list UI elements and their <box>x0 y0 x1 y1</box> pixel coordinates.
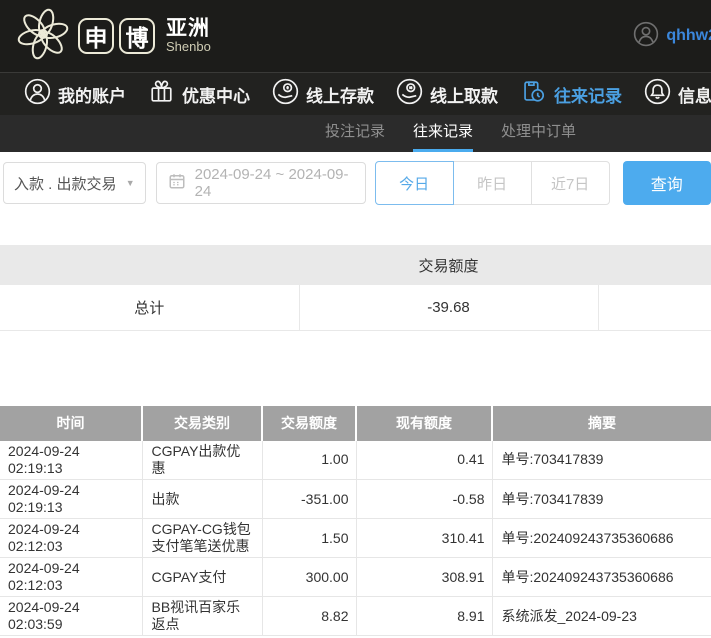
deposit-icon <box>272 78 299 110</box>
column-amount: 交易额度 <box>262 406 356 441</box>
summary-total-label: 总计 <box>0 285 299 330</box>
cell-amount: 8.82 <box>262 597 356 636</box>
cell-amount: 1.50 <box>262 519 356 558</box>
nav-label: 往来记录 <box>554 82 622 107</box>
cell-balance: 8.91 <box>356 597 492 636</box>
search-button[interactable]: 查询 <box>623 161 711 205</box>
cell-time: 2024-09-24 02:19:13 <box>0 441 142 480</box>
nav-item-messages[interactable]: 信息 <box>644 78 711 110</box>
transaction-type-select[interactable]: 入款 . 出款交易 ▼ <box>3 162 146 204</box>
summary-total-value: -39.68 <box>299 285 598 330</box>
sub-nav: 投注记录 往来记录 处理中订单 <box>0 115 711 152</box>
cell-time: 2024-09-24 02:03:59 <box>0 597 142 636</box>
table-row: 2024-09-24 02:19:13CGPAY出款优惠1.000.41单号:7… <box>0 441 711 480</box>
tab-transaction-records[interactable]: 往来记录 <box>413 115 473 152</box>
cell-type: CGPAY支付 <box>142 558 262 597</box>
summary-empty-cell <box>598 285 711 330</box>
summary-header-empty <box>598 245 711 285</box>
table-row: 2024-09-24 02:19:13出款-351.00-0.58单号:7034… <box>0 480 711 519</box>
cell-balance: 0.41 <box>356 441 492 480</box>
user-avatar-icon <box>633 21 659 52</box>
nav-label: 我的账户 <box>58 82 126 107</box>
column-summary: 摘要 <box>492 406 711 441</box>
nav-item-deposit[interactable]: 线上存款 <box>272 78 374 110</box>
cell-balance: 310.41 <box>356 519 492 558</box>
summary-header-label: 交易额度 <box>299 245 598 285</box>
nav-item-promotions[interactable]: 优惠中心 <box>148 78 250 110</box>
top-header: 申 博 亚洲 Shenbo qhhw2 <box>0 0 711 72</box>
promo-icon <box>148 78 175 110</box>
tab-bet-records[interactable]: 投注记录 <box>325 115 385 152</box>
transaction-type-value: 入款 . 出款交易 <box>14 173 117 194</box>
cell-amount: 300.00 <box>262 558 356 597</box>
cell-amount: 1.00 <box>262 441 356 480</box>
nav-item-withdraw[interactable]: 线上取款 <box>396 78 498 110</box>
cell-summary: 单号:703417839 <box>492 441 711 480</box>
cell-type: CGPAY出款优惠 <box>142 441 262 480</box>
cell-time: 2024-09-24 02:12:03 <box>0 558 142 597</box>
cell-summary: 单号:202409243735360686 <box>492 519 711 558</box>
brand-region: 亚洲 <box>166 18 211 40</box>
last7days-button[interactable]: 近7日 <box>531 161 610 205</box>
cell-type: BB视讯百家乐返点 <box>142 597 262 636</box>
account-icon <box>24 78 51 110</box>
column-time: 时间 <box>0 406 142 441</box>
bell-icon <box>644 78 671 110</box>
table-row: 2024-09-24 02:12:03CGPAY支付300.00308.91单号… <box>0 558 711 597</box>
records-icon <box>520 78 547 110</box>
summary-header-row: 交易额度 <box>0 245 711 285</box>
yesterday-button[interactable]: 昨日 <box>453 161 532 205</box>
today-button[interactable]: 今日 <box>375 161 454 205</box>
column-type: 交易类别 <box>142 406 262 441</box>
column-balance: 现有额度 <box>356 406 492 441</box>
summary-header-empty <box>0 245 299 285</box>
cell-time: 2024-09-24 02:12:03 <box>0 519 142 558</box>
withdraw-icon <box>396 78 423 110</box>
page: 申 博 亚洲 Shenbo qhhw2 <box>0 0 711 638</box>
nav-item-my-account[interactable]: 我的账户 <box>24 78 126 110</box>
cell-balance: -0.58 <box>356 480 492 519</box>
transactions-table: 时间 交易类别 交易额度 现有额度 摘要 2024-09-24 02:19:13… <box>0 406 711 637</box>
user-account[interactable]: qhhw2 <box>633 21 711 52</box>
nav-label: 优惠中心 <box>182 82 250 107</box>
date-range-input[interactable]: 2024-09-24 ~ 2024-09-24 <box>156 162 366 204</box>
brand-characters: 申 博 <box>78 18 155 54</box>
nav-label: 信息 <box>678 82 711 107</box>
brand-subtitle: Shenbo <box>166 40 211 54</box>
date-range-value: 2024-09-24 ~ 2024-09-24 <box>195 166 354 200</box>
brand-logo[interactable]: 申 博 亚洲 Shenbo <box>16 7 211 66</box>
cell-summary: 系统派发_2024-09-23 <box>492 597 711 636</box>
quick-date-group: 今日 昨日 近7日 <box>375 161 610 205</box>
cell-type: CGPAY-CG钱包支付笔笔送优惠 <box>142 519 262 558</box>
nav-label: 线上存款 <box>306 82 374 107</box>
brand-char-1: 申 <box>78 18 114 54</box>
nav-item-transaction-records[interactable]: 往来记录 <box>520 78 622 110</box>
cell-balance: 308.91 <box>356 558 492 597</box>
cell-type: 出款 <box>142 480 262 519</box>
flower-logo-icon <box>16 7 70 66</box>
table-header-row: 时间 交易类别 交易额度 现有额度 摘要 <box>0 406 711 441</box>
username[interactable]: qhhw2 <box>666 27 711 45</box>
tab-pending-orders[interactable]: 处理中订单 <box>501 115 576 152</box>
summary-table: 交易额度 总计 -39.68 <box>0 245 711 331</box>
chevron-down-icon: ▼ <box>126 178 135 188</box>
brand-char-2: 博 <box>119 18 155 54</box>
filter-bar: 入款 . 出款交易 ▼ 2024-09-24 ~ 2024-09-24 今日 昨… <box>0 152 711 205</box>
table-row: 2024-09-24 02:12:03CGPAY-CG钱包支付笔笔送优惠1.50… <box>0 519 711 558</box>
cell-summary: 单号:202409243735360686 <box>492 558 711 597</box>
table-row: 2024-09-24 02:03:59BB视讯百家乐返点8.828.91系统派发… <box>0 597 711 636</box>
cell-time: 2024-09-24 02:19:13 <box>0 480 142 519</box>
cell-summary: 单号:703417839 <box>492 480 711 519</box>
cell-amount: -351.00 <box>262 480 356 519</box>
main-nav: 我的账户 优惠中心 线上存款 <box>0 72 711 115</box>
nav-label: 线上取款 <box>430 82 498 107</box>
summary-total-row: 总计 -39.68 <box>0 285 711 330</box>
calendar-icon <box>168 172 186 194</box>
transactions-body: 2024-09-24 02:19:13CGPAY出款优惠1.000.41单号:7… <box>0 441 711 636</box>
